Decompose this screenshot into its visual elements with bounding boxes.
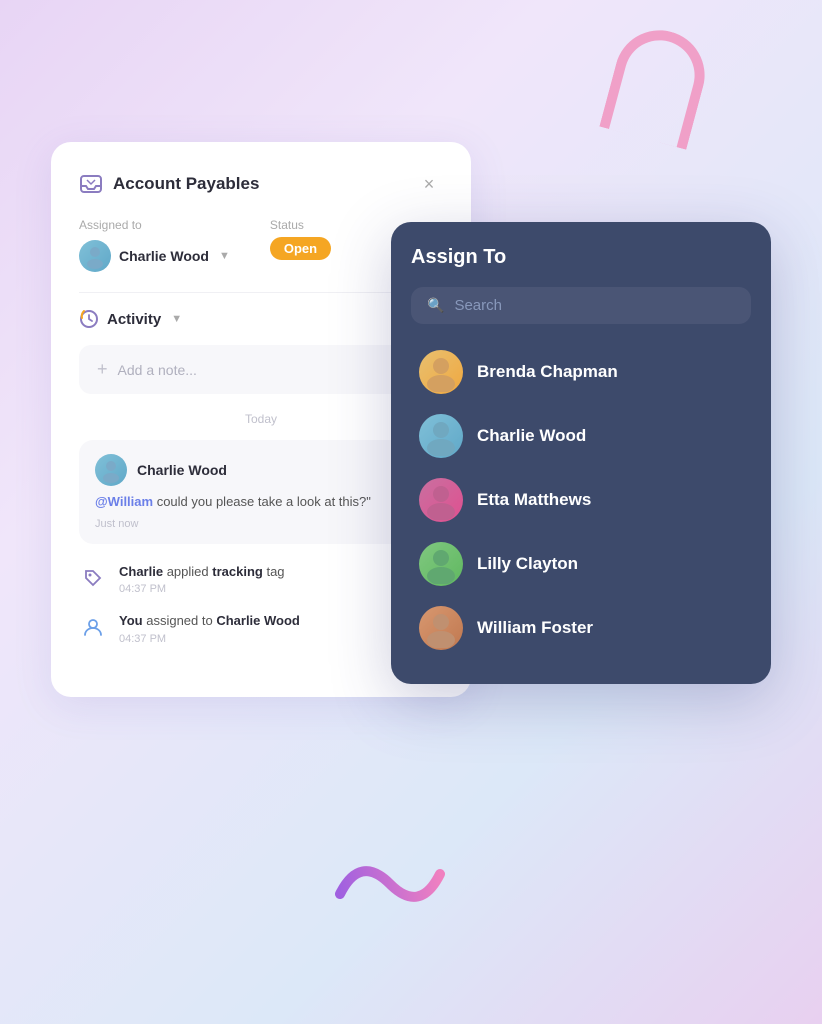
dropdown-title: Assign To bbox=[411, 246, 751, 269]
avatar-charlie bbox=[419, 414, 463, 458]
activity-bold-1: Charlie Wood bbox=[216, 613, 300, 628]
comment-card: Charlie Wood @William could you please t… bbox=[79, 440, 443, 544]
assignee-chevron: ▼ bbox=[219, 250, 230, 262]
mention-tag: @William bbox=[95, 494, 153, 509]
person-item-lilly[interactable]: Lilly Clayton bbox=[411, 532, 751, 596]
add-note-box[interactable]: + Add a note... bbox=[79, 345, 443, 394]
activity-time-0: 04:37 PM bbox=[119, 583, 285, 595]
today-label: Today bbox=[79, 412, 443, 426]
person-name-brenda: Brenda Chapman bbox=[477, 362, 618, 382]
card-header: Account Payables × bbox=[79, 170, 443, 198]
divider bbox=[79, 292, 443, 293]
activity-item-0: Charlie applied tracking tag 04:37 PM bbox=[79, 562, 443, 596]
activity-text-1: You assigned to Charlie Wood 04:37 PM bbox=[119, 611, 300, 645]
avatar-lilly bbox=[419, 542, 463, 586]
person-item-charlie[interactable]: Charlie Wood bbox=[411, 404, 751, 468]
comment-body: @William could you please take a look at… bbox=[95, 492, 427, 512]
assignee-avatar bbox=[79, 240, 111, 272]
person-item-brenda[interactable]: Brenda Chapman bbox=[411, 340, 751, 404]
inbox-icon bbox=[79, 172, 103, 196]
comment-author: Charlie Wood bbox=[137, 462, 227, 478]
assigned-section: Assigned to Charlie Wood ▼ Status Open bbox=[79, 218, 443, 272]
assigned-to-group: Assigned to Charlie Wood ▼ bbox=[79, 218, 230, 272]
person-name-charlie: Charlie Wood bbox=[477, 426, 586, 446]
person-item-etta[interactable]: Etta Matthews bbox=[411, 468, 751, 532]
activity-title: Activity bbox=[107, 311, 161, 328]
status-group: Status Open bbox=[270, 218, 331, 272]
person-name-william: William Foster bbox=[477, 618, 593, 638]
assign-dropdown: Assign To 🔍 Brenda Chapman bbox=[391, 222, 771, 684]
status-badge[interactable]: Open bbox=[270, 237, 331, 260]
assignee-row[interactable]: Charlie Wood ▼ bbox=[79, 240, 230, 272]
assigned-to-label: Assigned to bbox=[79, 218, 230, 232]
activity-time-1: 04:37 PM bbox=[119, 633, 300, 645]
avatar-brenda bbox=[419, 350, 463, 394]
page-container: Account Payables × Assigned to Charlie W… bbox=[51, 82, 771, 942]
card-title: Account Payables bbox=[113, 174, 259, 194]
activity-prefix-1: You bbox=[119, 613, 143, 628]
add-icon: + bbox=[97, 359, 108, 380]
avatar-william bbox=[419, 606, 463, 650]
activity-item-1: You assigned to Charlie Wood 04:37 PM bbox=[79, 611, 443, 645]
activity-bold-0: tracking bbox=[212, 564, 263, 579]
card-title-group: Account Payables bbox=[79, 172, 259, 196]
activity-text-0: Charlie applied tracking tag 04:37 PM bbox=[119, 562, 285, 596]
comment-avatar bbox=[95, 454, 127, 486]
search-input[interactable] bbox=[454, 297, 735, 314]
person-name-etta: Etta Matthews bbox=[477, 490, 591, 510]
comment-time: Just now bbox=[95, 518, 427, 530]
activity-icon bbox=[79, 309, 99, 329]
activity-prefix-0: Charlie bbox=[119, 564, 163, 579]
add-note-placeholder: Add a note... bbox=[118, 362, 197, 378]
status-label: Status bbox=[270, 218, 331, 232]
person-name-lilly: Lilly Clayton bbox=[477, 554, 578, 574]
person-activity-icon bbox=[79, 613, 107, 641]
comment-header: Charlie Wood bbox=[95, 454, 427, 486]
activity-header: Activity ▼ bbox=[79, 309, 443, 329]
close-button[interactable]: × bbox=[415, 170, 443, 198]
comment-text: could you please take a look at this?" bbox=[153, 494, 371, 509]
search-icon: 🔍 bbox=[427, 297, 444, 314]
people-list: Brenda Chapman Charlie Wood bbox=[411, 340, 751, 660]
avatar-etta bbox=[419, 478, 463, 522]
activity-chevron: ▼ bbox=[171, 313, 182, 325]
assignee-name: Charlie Wood bbox=[119, 248, 209, 264]
person-item-william[interactable]: William Foster bbox=[411, 596, 751, 660]
search-box[interactable]: 🔍 bbox=[411, 287, 751, 324]
tag-activity-icon bbox=[79, 564, 107, 592]
